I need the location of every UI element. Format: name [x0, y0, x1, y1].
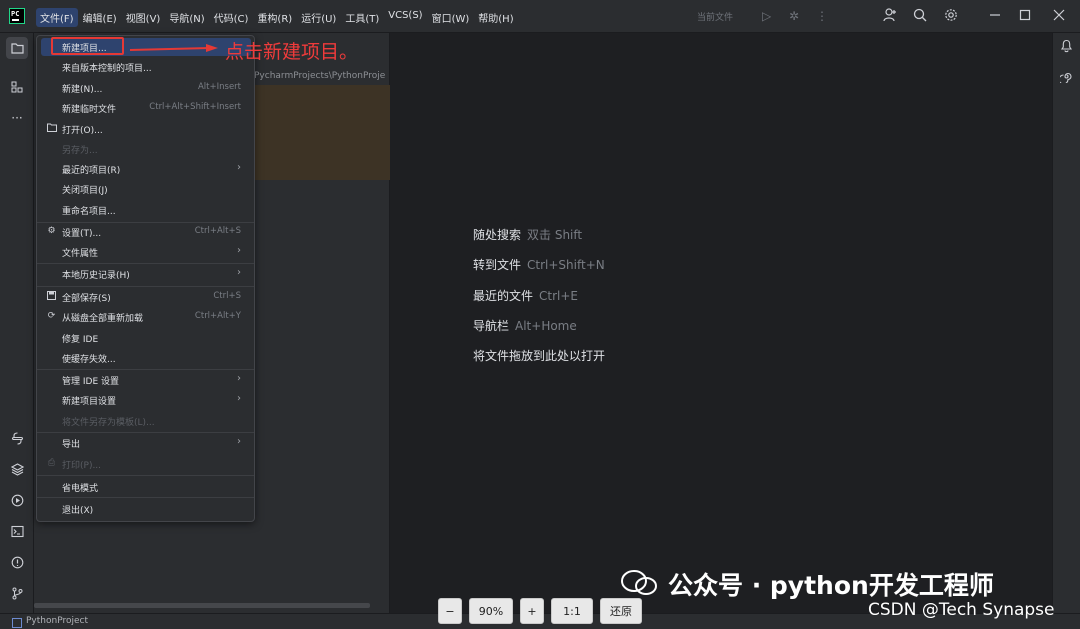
zoom-level: 90% — [469, 598, 513, 624]
menu-export[interactable]: 导出 › — [41, 434, 251, 452]
hint-navigation-bar: 导航栏 Alt+Home — [473, 319, 577, 333]
status-project-name[interactable]: PythonProject — [12, 616, 88, 628]
menu-run[interactable]: 运行(U) — [297, 8, 340, 27]
more-actions-icon[interactable]: ⋮ — [816, 8, 828, 24]
wechat-logo-icon — [621, 570, 657, 595]
horizontal-scrollbar[interactable] — [34, 603, 370, 608]
wechat-watermark: 公众号 · python开发工程师 — [668, 571, 994, 600]
run-services-icon[interactable] — [6, 489, 28, 511]
right-tool-strip — [1052, 33, 1080, 613]
menu-code[interactable]: 代码(C) — [210, 8, 253, 27]
menu-window[interactable]: 窗口(W) — [428, 8, 474, 27]
menu-new-scratch-file[interactable]: 新建临时文件 Ctrl+Alt+Shift+Insert — [41, 99, 251, 117]
menu-tools[interactable]: 工具(T) — [341, 8, 383, 27]
menu-help[interactable]: 帮助(H) — [474, 8, 517, 27]
zoom-out-button[interactable]: − — [438, 598, 462, 624]
python-console-icon[interactable] — [6, 427, 28, 449]
close-icon[interactable] — [1053, 8, 1065, 26]
menu-navigate[interactable]: 导航(N) — [165, 8, 208, 27]
main-menubar: 文件(F) 编辑(E) 视图(V) 导航(N) 代码(C) 重构(R) 运行(U… — [36, 8, 519, 27]
menu-exit[interactable]: 退出(X) — [41, 500, 251, 518]
csdn-watermark: CSDN @Tech Synapse — [868, 600, 1055, 620]
submenu-arrow-icon: › — [237, 436, 241, 447]
menu-reload-all[interactable]: ⟳ 从磁盘全部重新加载 Ctrl+Alt+Y — [41, 308, 251, 326]
zoom-in-button[interactable]: + — [520, 598, 544, 624]
menu-project-from-vcs[interactable]: 来自版本控制的项目... — [41, 58, 251, 76]
menu-new[interactable]: 新建(N)... Alt+Insert — [41, 79, 251, 97]
left-tool-strip: ··· — [0, 33, 34, 613]
minimize-icon[interactable] — [989, 8, 1001, 26]
pycharm-logo-icon — [9, 8, 25, 24]
layers-icon[interactable] — [6, 458, 28, 480]
menu-manage-ide-settings[interactable]: 管理 IDE 设置 › — [41, 371, 251, 389]
project-folder-icon[interactable] — [6, 37, 28, 59]
menu-print: ⎙ 打印(P)... — [47, 458, 102, 471]
annotation-arrow-icon — [129, 44, 218, 52]
add-user-icon[interactable] — [883, 8, 897, 26]
menu-separator — [37, 475, 254, 476]
submenu-arrow-icon: › — [237, 267, 241, 278]
reload-icon: ⟳ — [47, 311, 56, 321]
menu-rename-project[interactable]: 重命名项目... — [41, 201, 251, 219]
menu-view[interactable]: 视图(V) — [122, 8, 165, 27]
menu-file-properties[interactable]: 文件属性 › — [41, 243, 251, 261]
project-tree-selection — [254, 85, 390, 180]
run-config-selector[interactable]: 当前文件 — [697, 10, 733, 23]
hint-recent-files: 最近的文件 Ctrl+E — [473, 289, 579, 303]
menu-separator — [37, 369, 254, 370]
submenu-arrow-icon: › — [237, 393, 241, 404]
menu-save-as-template: 将文件另存为模板(L)... — [62, 418, 155, 428]
menu-separator — [37, 432, 254, 433]
menu-settings[interactable]: ⚙ 设置(T)... Ctrl+Alt+S — [41, 223, 251, 241]
notifications-bell-icon[interactable] — [1060, 39, 1073, 56]
title-bar: 文件(F) 编辑(E) 视图(V) 导航(N) 代码(C) 重构(R) 运行(U… — [0, 0, 1080, 33]
hint-search-everywhere: 随处搜索 双击 Shift — [473, 228, 583, 242]
menu-file[interactable]: 文件(F) — [36, 8, 78, 27]
annotation-text: 点击新建项目。 — [225, 41, 359, 63]
project-path: PycharmProjects\PythonProje — [254, 71, 386, 81]
menu-open[interactable]: 打开(O)... — [41, 120, 251, 138]
gear-icon: ⚙ — [47, 226, 56, 236]
settings-gear-icon[interactable] — [944, 8, 958, 26]
hint-drop-files: 将文件拖放到此处以打开 — [473, 349, 606, 363]
ai-assistant-spiral-icon[interactable] — [1058, 70, 1073, 86]
menu-save-as: 另存为... — [62, 146, 98, 156]
zoom-restore-button[interactable]: 还原 — [600, 598, 642, 624]
menu-invalidate-caches[interactable]: 使缓存失效... — [41, 349, 251, 367]
menu-separator — [37, 263, 254, 264]
structure-icon[interactable] — [6, 76, 28, 98]
menu-new-project-settings[interactable]: 新建项目设置 › — [41, 391, 251, 409]
git-icon[interactable] — [6, 582, 28, 604]
problems-icon[interactable] — [6, 551, 28, 573]
menu-power-save-mode[interactable]: 省电模式 — [41, 478, 251, 496]
print-icon: ⎙ — [47, 458, 56, 468]
pycharm-window: 文件(F) 编辑(E) 视图(V) 导航(N) 代码(C) 重构(R) 运行(U… — [0, 0, 1080, 629]
maximize-icon[interactable] — [1019, 8, 1031, 26]
menu-close-project[interactable]: 关闭项目(J) — [41, 180, 251, 198]
menu-refactor[interactable]: 重构(R) — [253, 8, 296, 27]
submenu-arrow-icon: › — [237, 245, 241, 256]
save-icon — [46, 291, 57, 303]
menu-repair-ide[interactable]: 修复 IDE — [41, 329, 251, 347]
menu-separator — [37, 497, 254, 498]
menu-edit[interactable]: 编辑(E) — [79, 8, 121, 27]
file-menu-dropdown: 新建项目... 来自版本控制的项目... 新建(N)... Alt+Insert … — [36, 35, 255, 522]
zoom-actual-size-button[interactable]: 1:1 — [551, 598, 593, 624]
menu-recent-projects[interactable]: 最近的项目(R) › — [41, 160, 251, 178]
terminal-icon[interactable] — [6, 520, 28, 542]
menu-vcs[interactable]: VCS(S) — [384, 8, 426, 27]
menu-separator — [37, 286, 254, 287]
submenu-arrow-icon: › — [237, 162, 241, 173]
submenu-arrow-icon: › — [237, 373, 241, 384]
more-tools-icon[interactable]: ··· — [6, 107, 28, 129]
folder-icon — [46, 123, 57, 135]
run-icon[interactable]: ▷ — [762, 8, 771, 24]
menu-local-history[interactable]: 本地历史记录(H) › — [41, 265, 251, 283]
search-icon[interactable] — [913, 8, 927, 26]
hint-go-to-file: 转到文件 Ctrl+Shift+N — [473, 258, 605, 272]
annotation-highlight-box — [51, 37, 124, 55]
debug-icon[interactable]: ✲ — [789, 8, 799, 24]
menu-save-all[interactable]: 全部保存(S) Ctrl+S — [41, 288, 251, 306]
